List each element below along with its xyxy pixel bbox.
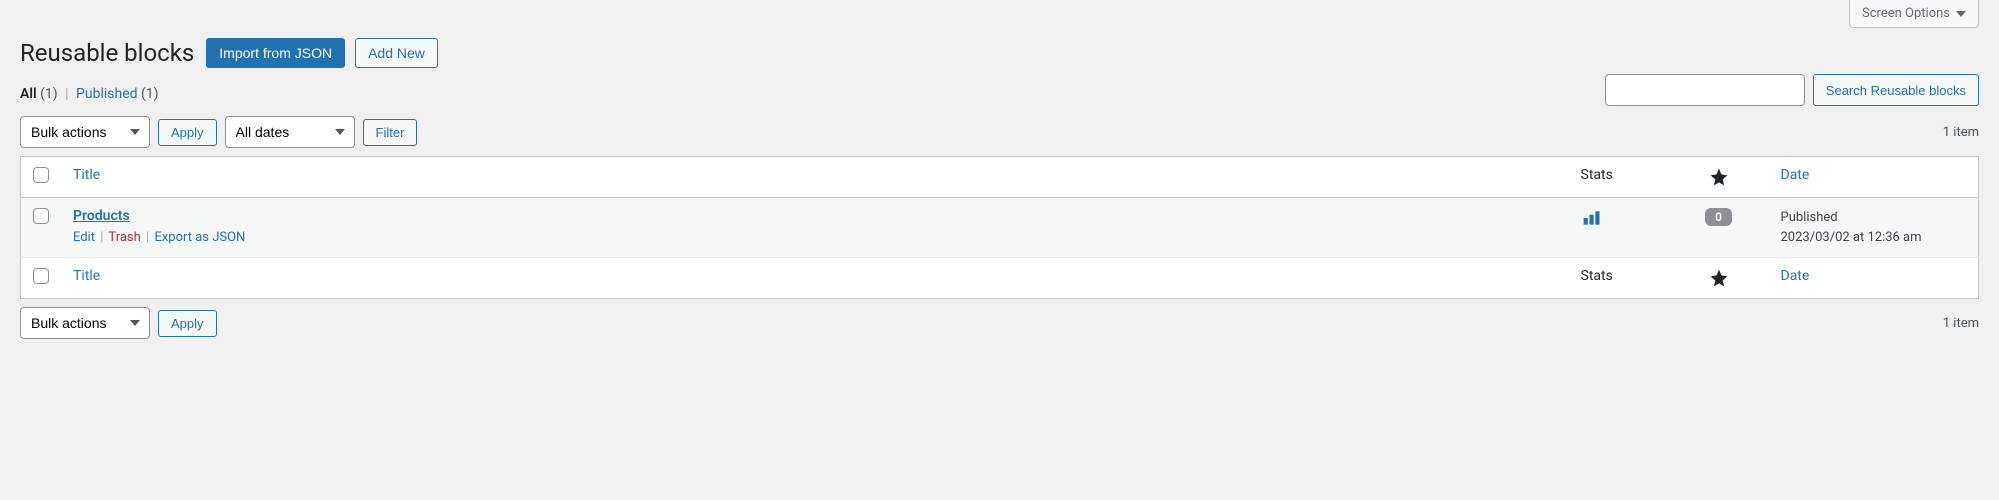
screen-options-toggle[interactable]: Screen Options [1849,0,1979,28]
row-date-value: 2023/03/02 at 12:36 am [1781,228,1967,248]
all-dates-select[interactable]: All dates [225,116,355,148]
add-new-button[interactable]: Add New [355,38,438,68]
col-star-footer [1669,258,1769,299]
row-checkbox[interactable] [33,208,49,224]
search-button[interactable]: Search Reusable blocks [1813,74,1979,106]
table-row: Products Edit | Trash | Export as JSON [21,198,1979,258]
filter-all-label[interactable]: All [20,86,37,102]
search-input[interactable] [1605,74,1805,106]
col-date-footer[interactable]: Date [1769,258,1979,299]
chevron-down-icon [1956,11,1966,17]
col-title-header[interactable]: Title [61,157,1569,198]
page-title: Reusable blocks [20,39,194,67]
star-icon [1709,268,1729,288]
bars-icon [1581,208,1603,228]
item-count-bottom: 1 item [1943,316,1979,331]
col-title-footer[interactable]: Title [61,258,1569,299]
row-date-status: Published [1781,208,1967,228]
bulk-actions-select-bottom[interactable]: Bulk actions [20,307,150,339]
apply-button-bottom[interactable]: Apply [158,310,217,337]
col-date-header[interactable]: Date [1769,157,1979,198]
import-json-button[interactable]: Import from JSON [206,38,345,68]
row-action-trash[interactable]: Trash [108,230,140,245]
col-stats-header: Stats [1569,157,1669,198]
apply-button-top[interactable]: Apply [158,119,217,146]
col-stats-footer: Stats [1569,258,1669,299]
blocks-table: Title Stats Date Products Edit | Trash | [20,156,1979,299]
select-all-top[interactable] [33,167,49,183]
bulk-actions-select-top[interactable]: Bulk actions [20,116,150,148]
select-all-bottom[interactable] [33,268,49,284]
star-icon [1709,167,1729,187]
row-action-edit[interactable]: Edit [73,230,95,245]
filter-published-link[interactable]: Published (1) [76,86,159,102]
row-title-link[interactable]: Products [73,208,130,224]
stats-link[interactable] [1581,217,1603,232]
filter-all-count: (1) [40,86,58,102]
row-action-export[interactable]: Export as JSON [154,230,245,245]
screen-options-label: Screen Options [1862,6,1950,21]
item-count-top: 1 item [1943,125,1979,140]
col-star-header [1669,157,1769,198]
star-count-badge: 0 [1705,208,1732,226]
filter-button[interactable]: Filter [363,119,418,146]
